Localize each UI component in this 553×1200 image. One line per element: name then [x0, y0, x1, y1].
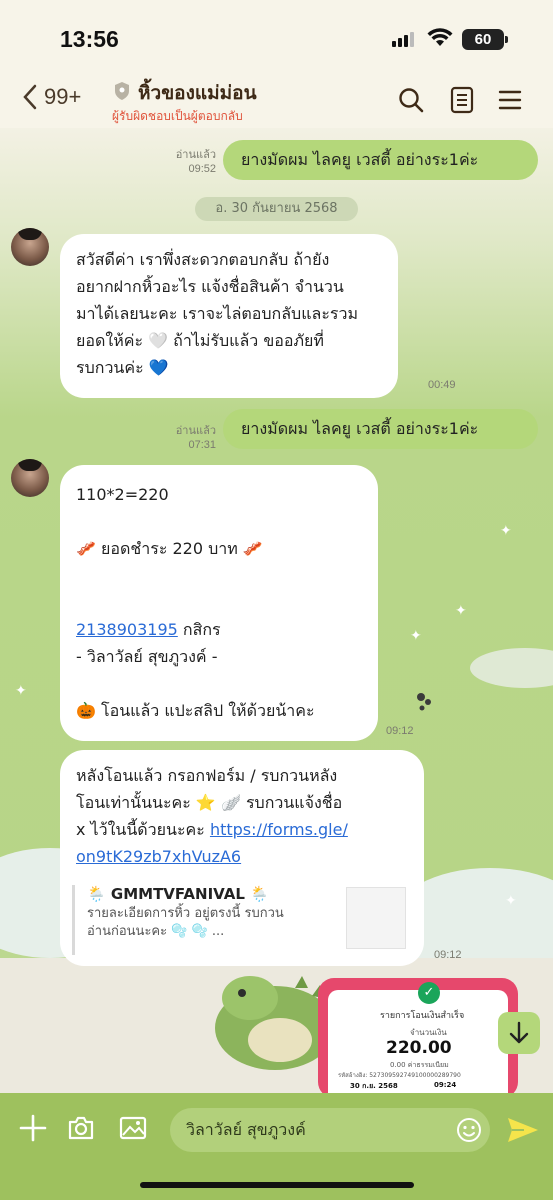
background-cloud [470, 648, 553, 688]
status-time: 13:56 [60, 26, 119, 52]
account-name: - วิลาวัลย์ สุขภูวงค์ - [76, 647, 218, 666]
sparkle-decoration: ✦ [410, 628, 422, 644]
unread-count: 99+ [44, 84, 82, 109]
search-icon[interactable] [397, 86, 425, 114]
battery-indicator: 60 [462, 29, 508, 50]
message-bubble-incoming[interactable]: 110*2=220 🥓 ยอดชำระ 220 บาท 🥓 2138903195… [60, 465, 378, 741]
message-time: 09:12 [434, 949, 462, 961]
slip-time: 09:24 [434, 1081, 457, 1089]
sparkle-decoration: ✦ [505, 893, 517, 909]
message-bubble-outgoing[interactable]: ยางมัดผม ไลคยู เวสตี้ อย่างระ1ค่ะ [223, 409, 538, 449]
chevron-left-icon [23, 84, 37, 110]
chat-subtitle: ผู้รับผิดชอบเป็นผู้ตอบกลับ [112, 109, 243, 123]
message-composer: วิลาวัลย์ สุขภูวงค์ [0, 1093, 553, 1200]
message-text: สวัสดีค่า เราพึ่งสะดวกตอบกลับ ถ้ายัง อยา… [76, 250, 359, 377]
plus-icon[interactable] [18, 1113, 48, 1143]
back-button[interactable]: 99+ [22, 84, 81, 110]
notes-icon[interactable] [450, 86, 474, 114]
preview-description: รายละเอียดการหิ้ว อยู่ตรงนี้ รบกวน อ่านก… [87, 906, 284, 939]
avatar[interactable] [11, 459, 49, 497]
chat-header: 99+ หิ้วของแม่ม่อน ผู้รับผิดชอบเป็นผู้ตอ… [0, 72, 553, 128]
message-text: ยางมัดผม ไลคยู เวสตี้ อย่างระ1ค่ะ [241, 419, 479, 438]
message-time: 09:12 [386, 725, 414, 737]
read-status: อ่านแล้ว [175, 425, 216, 437]
camera-icon[interactable] [66, 1113, 96, 1143]
slip-reference: รหัสอ้างอิง: 527309592749100000289790 [338, 1072, 461, 1079]
emoji-icon[interactable] [456, 1117, 482, 1143]
scroll-to-bottom-button[interactable] [498, 1012, 540, 1054]
bank-name: กสิกร [177, 620, 221, 639]
link-preview[interactable]: 🌦️ GMMTVFANIVAL 🌦️ รายละเอียดการหิ้ว อยู… [72, 885, 410, 955]
message-time: 00:49 [428, 379, 456, 391]
home-indicator [140, 1182, 414, 1188]
account-number-link[interactable]: 2138903195 [76, 620, 178, 639]
check-icon: ✓ [418, 982, 440, 1004]
avatar[interactable] [11, 228, 49, 266]
message-bubble-outgoing[interactable]: ยางมัดผม ไลคยู เวสตี้ อย่างระ1ค่ะ [223, 140, 538, 180]
message-text: ยางมัดผม ไลคยู เวสตี้ อย่างระ1ค่ะ [241, 150, 479, 169]
message-line: 🎃 โอนแล้ว แปะสลิป ให้ด้วยน้าคะ [76, 701, 315, 720]
menu-icon[interactable] [498, 86, 522, 114]
message-time: 07:31 [188, 439, 216, 451]
message-meta: อ่านแล้ว 09:52 [160, 148, 216, 176]
wifi-icon [427, 28, 453, 46]
send-icon[interactable] [506, 1115, 540, 1145]
image-icon[interactable] [118, 1113, 148, 1143]
slip-card: ✓ รายการโอนเงินสำเร็จ จำนวนเงิน 220.00 0… [328, 982, 508, 1093]
preview-thumbnail [346, 887, 406, 949]
message-line: 🥓 ยอดชำระ 220 บาท 🥓 [76, 539, 263, 558]
slip-date: 30 ก.ย. 2568 [350, 1082, 398, 1090]
message-input[interactable]: วิลาวัลย์ สุขภูวงค์ [170, 1108, 490, 1152]
chat-area[interactable]: ✦ ✦ ✦ ✦ ✦ ✦ อ่านแล้ว 09:52 ยางมัดผม ไลคย… [0, 128, 553, 1093]
message-text: หลังโอนแล้ว กรอกฟอร์ม / รบกวนหลัง โอนเท่… [76, 762, 408, 870]
cellular-signal-icon [392, 32, 414, 47]
slip-title: รายการโอนเงินสำเร็จ [380, 1011, 465, 1021]
paw-icon [417, 693, 431, 711]
message-line: 110*2=220 [76, 485, 169, 504]
transfer-slip-image[interactable]: ✓ รายการโอนเงินสำเร็จ จำนวนเงิน 220.00 0… [318, 978, 518, 1093]
message-meta: อ่านแล้ว 07:31 [160, 424, 216, 452]
shield-icon [115, 82, 129, 100]
sparkle-decoration: ✦ [15, 683, 27, 699]
message-bubble-incoming[interactable]: สวัสดีค่า เราพึ่งสะดวกตอบกลับ ถ้ายัง อยา… [60, 234, 398, 398]
arrow-down-icon [509, 1021, 529, 1044]
date-divider: อ. 30 กันยายน 2568 [195, 197, 358, 221]
slip-amount: 220.00 [386, 1038, 452, 1058]
chat-title[interactable]: หิ้วของแม่ม่อน [138, 78, 257, 108]
status-bar: 13:56 60 [0, 0, 553, 80]
account-line: 2138903195 กสิกร [76, 589, 362, 643]
sparkle-decoration: ✦ [500, 523, 512, 539]
message-time: 09:52 [188, 163, 216, 175]
sparkle-decoration: ✦ [455, 603, 467, 619]
read-status: อ่านแล้ว [175, 149, 216, 161]
